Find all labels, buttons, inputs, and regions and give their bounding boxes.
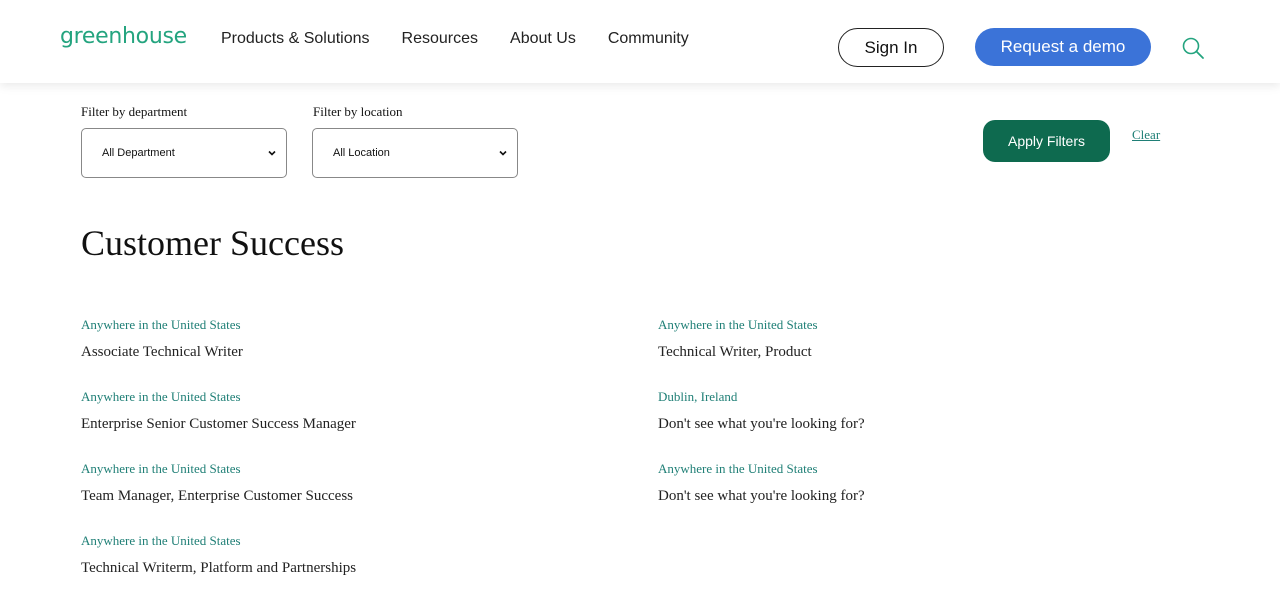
greenhouse-logo[interactable]: greenhouse <box>60 24 187 49</box>
sign-in-button[interactable]: Sign In <box>838 28 944 67</box>
job-location: Anywhere in the United States <box>81 533 241 548</box>
request-demo-button[interactable]: Request a demo <box>975 28 1151 66</box>
search-icon[interactable] <box>1181 36 1205 60</box>
job-title[interactable]: Associate Technical Writer <box>81 343 581 361</box>
chevron-down-icon <box>268 150 276 156</box>
apply-filters-button[interactable]: Apply Filters <box>983 120 1110 162</box>
job-title[interactable]: Enterprise Senior Customer Success Manag… <box>81 415 581 433</box>
job-title[interactable]: Technical Writer, Product <box>658 343 1158 361</box>
department-select[interactable]: All Department <box>81 128 287 178</box>
main-nav: Products & Solutions Resources About Us … <box>221 30 689 48</box>
nav-community[interactable]: Community <box>608 30 689 48</box>
job-title[interactable]: Technical Writerm, Platform and Partners… <box>81 559 581 577</box>
chevron-down-icon <box>499 150 507 156</box>
job-title[interactable]: Don't see what you're looking for? <box>658 487 1158 505</box>
job-location: Anywhere in the United States <box>658 317 818 332</box>
department-select-value: All Department <box>102 147 175 159</box>
department-heading: Customer Success <box>81 223 344 263</box>
job-title[interactable]: Team Manager, Enterprise Customer Succes… <box>81 487 581 505</box>
job-listing[interactable]: Dublin, Ireland Don't see what you're lo… <box>658 389 1158 433</box>
nav-about-us[interactable]: About Us <box>510 30 576 48</box>
job-listing[interactable]: Anywhere in the United States Technical … <box>81 533 581 577</box>
job-listing[interactable]: Anywhere in the United States Technical … <box>658 317 1158 361</box>
department-filter-label: Filter by department <box>81 104 188 119</box>
job-location: Anywhere in the United States <box>81 461 241 476</box>
job-location: Anywhere in the United States <box>81 317 241 332</box>
location-select-value: All Location <box>333 147 390 159</box>
job-listing[interactable]: Anywhere in the United States Associate … <box>81 317 581 361</box>
site-header: greenhouse Products & Solutions Resource… <box>0 0 1280 83</box>
job-title[interactable]: Don't see what you're looking for? <box>658 415 1158 433</box>
job-location: Dublin, Ireland <box>658 389 738 404</box>
location-select[interactable]: All Location <box>312 128 518 178</box>
job-location: Anywhere in the United States <box>658 461 818 476</box>
job-listing[interactable]: Anywhere in the United States Don't see … <box>658 461 1158 505</box>
clear-filters-link[interactable]: Clear <box>1132 127 1160 143</box>
nav-resources[interactable]: Resources <box>402 30 478 48</box>
nav-products-solutions[interactable]: Products & Solutions <box>221 30 370 48</box>
job-listing[interactable]: Anywhere in the United States Team Manag… <box>81 461 581 505</box>
job-location: Anywhere in the United States <box>81 389 241 404</box>
job-listing[interactable]: Anywhere in the United States Enterprise… <box>81 389 581 433</box>
location-filter-label: Filter by location <box>313 104 403 119</box>
